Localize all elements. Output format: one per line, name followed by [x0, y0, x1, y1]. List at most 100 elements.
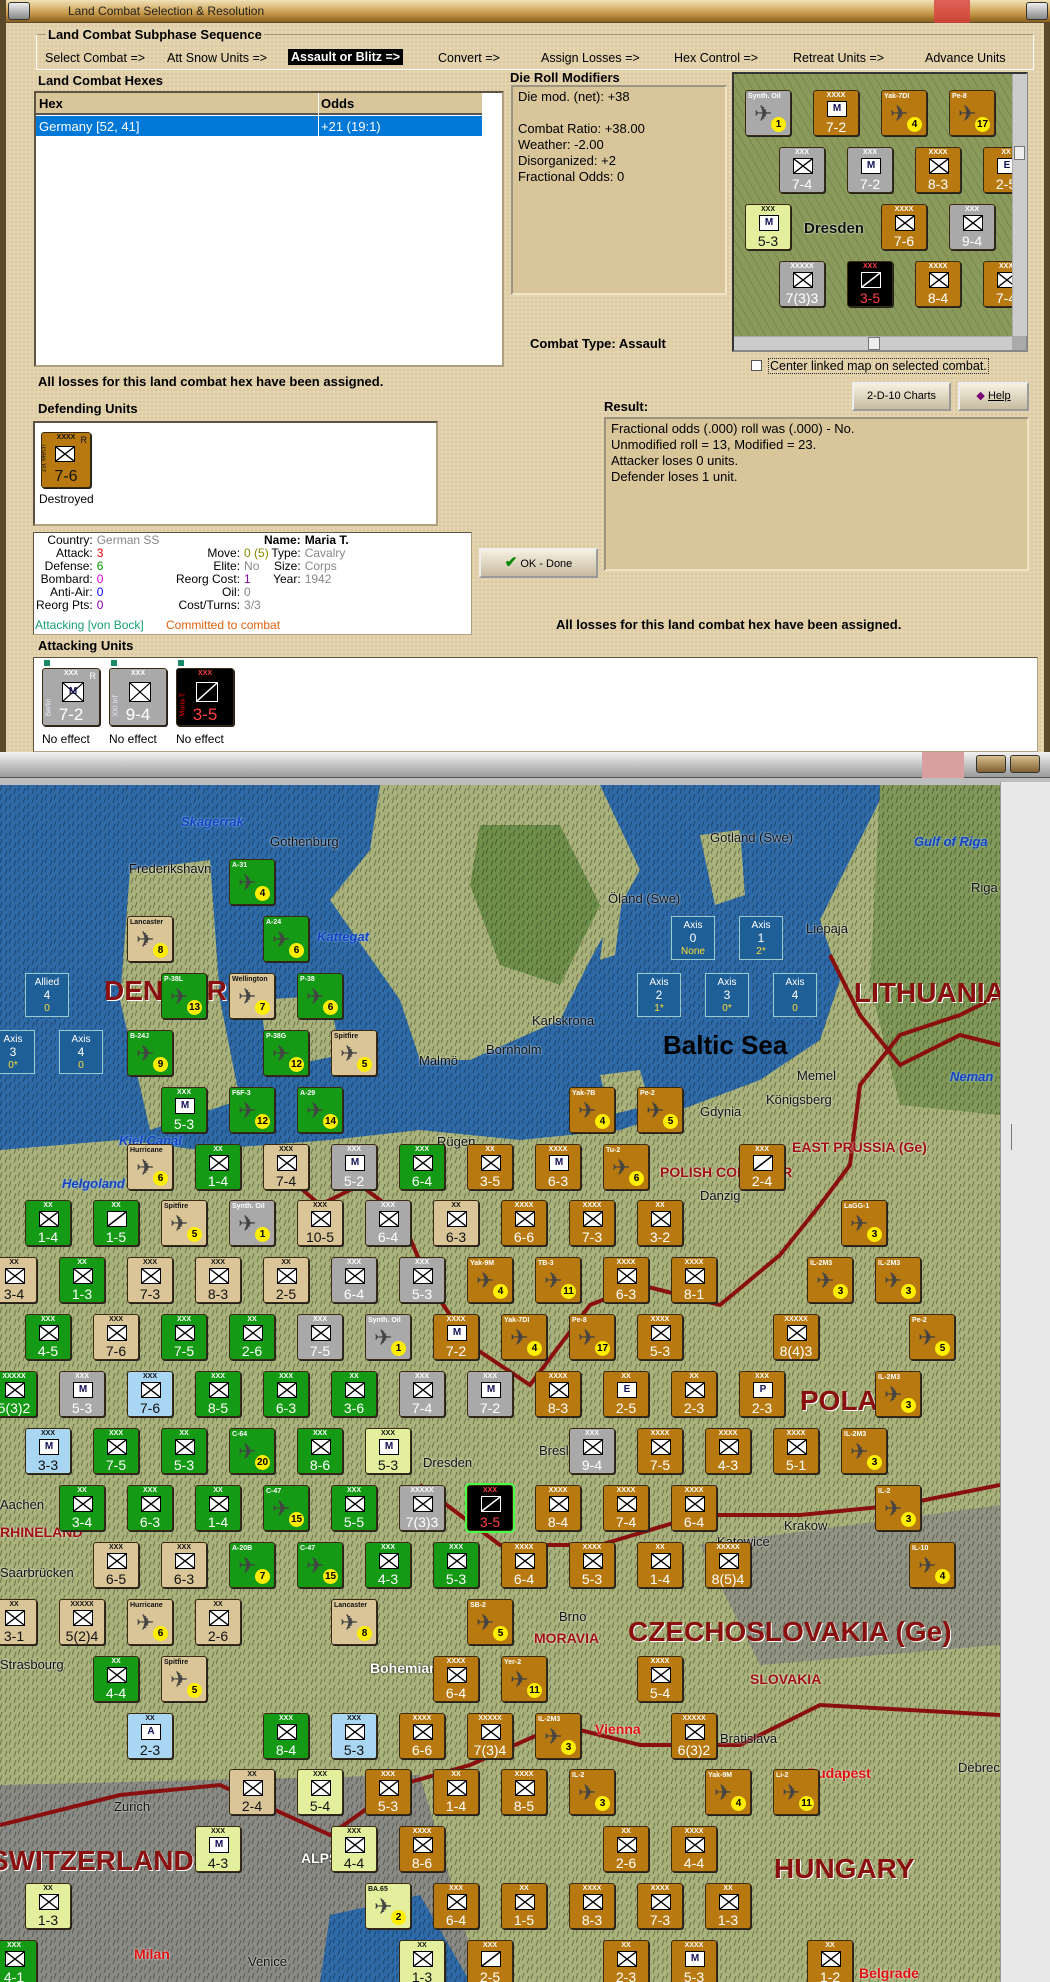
land-unit-counter[interactable]: XX 2-6 — [603, 1826, 649, 1872]
land-unit-counter[interactable]: XXX 4-1 — [0, 1940, 37, 1982]
land-unit-counter[interactable]: XXXX 6-6 — [501, 1200, 547, 1246]
air-unit-counter[interactable]: Pe-2 ✈ 5 — [637, 1087, 683, 1133]
land-unit-counter[interactable]: XX 6-3 — [433, 1200, 479, 1246]
air-unit-counter[interactable]: IL-2 ✈ 3 — [875, 1485, 921, 1531]
column-header-hex[interactable]: Hex — [39, 96, 63, 111]
stack-summary-box[interactable]: Axis 1 2* — [739, 916, 783, 960]
stack-summary-box[interactable]: Axis 0 None — [671, 916, 715, 960]
center-map-label[interactable]: Center linked map on selected combat. — [768, 358, 989, 374]
land-unit-counter[interactable]: XXX 8-6 — [297, 1428, 343, 1474]
air-unit-counter[interactable]: IL-2 ✈ 3 — [569, 1769, 615, 1815]
land-unit-counter[interactable]: XXX 6-4 — [331, 1257, 377, 1303]
land-unit-counter[interactable]: XX E 2-5 — [983, 147, 1012, 193]
land-unit-counter[interactable]: XXXX 6-4 — [671, 1485, 717, 1531]
land-unit-counter[interactable]: XXX 3-5 — [465, 1483, 515, 1533]
land-unit-counter[interactable]: XX 1-4 — [433, 1769, 479, 1815]
air-unit-counter[interactable]: P-38L ✈ 13 — [161, 973, 207, 1019]
land-unit-counter[interactable]: XXXX 5-1 — [773, 1428, 819, 1474]
land-unit-counter[interactable]: XXXX 6-4 — [501, 1542, 547, 1588]
air-unit-counter[interactable]: Pe-2 ✈ 5 — [909, 1314, 955, 1360]
sequence-step[interactable]: Retreat Units => — [793, 51, 884, 65]
air-unit-counter[interactable]: IL-2M3 ✈ 3 — [875, 1371, 921, 1417]
land-unit-counter[interactable]: XXX 7-4 — [399, 1371, 445, 1417]
air-unit-counter[interactable]: IL-2M3 ✈ 3 — [875, 1257, 921, 1303]
land-unit-counter[interactable]: XXXXX 5(3)2 — [0, 1371, 37, 1417]
land-unit-counter[interactable]: XXX 7-5 — [93, 1428, 139, 1474]
land-unit-counter[interactable]: XXX M 5-2 — [331, 1144, 377, 1190]
land-unit-counter[interactable]: XX 1-3 — [25, 1883, 71, 1929]
land-unit-counter[interactable]: XXX 5-3 — [331, 1713, 377, 1759]
air-unit-counter[interactable]: Synth. Oil ✈ 1 — [745, 90, 791, 136]
land-unit-counter[interactable]: XXXX M 7-2 — [813, 90, 859, 136]
air-unit-counter[interactable]: Pe-8 ✈ 17 — [949, 90, 995, 136]
land-unit-counter[interactable]: XXXX 6-3 — [603, 1257, 649, 1303]
land-unit-counter[interactable]: XXX 8-4 — [263, 1713, 309, 1759]
land-unit-counter[interactable]: XXX 7-5 — [161, 1314, 207, 1360]
land-unit-counter[interactable]: XXX 7-4 — [263, 1144, 309, 1190]
land-unit-counter[interactable]: XXXX 7-5 — [637, 1428, 683, 1474]
air-unit-counter[interactable]: Spitfire ✈ 5 — [331, 1030, 377, 1076]
land-unit-counter[interactable]: XXXXX 6(3)2 — [671, 1713, 717, 1759]
air-unit-counter[interactable]: IL-2M3 ✈ 3 — [841, 1428, 887, 1474]
land-unit-counter[interactable]: XXXXX 8(5)4 — [705, 1542, 751, 1588]
land-unit-counter[interactable]: XXX 5-3 — [433, 1542, 479, 1588]
land-unit-counter[interactable]: XXXX 8-3 — [569, 1883, 615, 1929]
land-unit-counter[interactable]: XX 3-4 — [0, 1257, 37, 1303]
land-unit-counter[interactable]: XXXXX 7(3)3 — [779, 261, 825, 307]
stack-summary-box[interactable]: Axis 4 0 — [59, 1030, 103, 1074]
air-unit-counter[interactable]: Spitfire ✈ 5 — [161, 1656, 207, 1702]
land-unit-counter[interactable]: XXXX 8-1 — [671, 1257, 717, 1303]
land-unit-counter[interactable]: XXX P 2-3 — [739, 1371, 785, 1417]
sequence-step[interactable]: Convert => — [438, 51, 500, 65]
land-unit-counter[interactable]: XX 2-3 — [671, 1371, 717, 1417]
land-unit-counter[interactable]: XXX 7-4 — [983, 261, 1012, 307]
sequence-step[interactable]: Select Combat => — [45, 51, 145, 65]
land-unit-counter[interactable]: XXX 6-3 — [161, 1542, 207, 1588]
land-unit-counter[interactable]: XX 1-4 — [25, 1200, 71, 1246]
land-unit-counter[interactable]: XX 2-3 — [603, 1940, 649, 1982]
land-unit-counter[interactable]: XXX 8-5 — [195, 1371, 241, 1417]
land-unit-counter[interactable]: XXXX 5-3 — [569, 1542, 615, 1588]
air-unit-counter[interactable]: Yak-7DI ✈ 4 — [881, 90, 927, 136]
air-unit-counter[interactable]: IL-2M3 ✈ 3 — [807, 1257, 853, 1303]
land-unit-counter[interactable]: XXX 6-4 — [399, 1144, 445, 1190]
land-unit-counter[interactable]: XXX M 7-2 — [847, 147, 893, 193]
air-unit-counter[interactable]: Yak-9M ✈ 4 — [705, 1769, 751, 1815]
linked-minimap[interactable]: Dresden Synth. Oil ✈ 1 XXXX M 7-2 Yak-7DI ✈ 4 Pe-… — [732, 72, 1028, 352]
air-unit-counter[interactable]: TB-3 ✈ 11 — [535, 1257, 581, 1303]
land-unit-counter[interactable]: XXX M 4-3 — [195, 1826, 241, 1872]
air-unit-counter[interactable]: Li-2 ✈ 11 — [773, 1769, 819, 1815]
land-unit-counter[interactable]: XXX 2-4 — [739, 1144, 785, 1190]
minimap-vscrollbar[interactable] — [1013, 74, 1027, 336]
close-button[interactable] — [1010, 755, 1040, 773]
land-unit-counter[interactable]: XXXXX 7(3)4 — [467, 1713, 513, 1759]
attacking-unit-counter[interactable]: XXX Maria T. 3-5 — [176, 668, 234, 726]
land-unit-counter[interactable]: XX 1-4 — [637, 1542, 683, 1588]
land-unit-counter[interactable]: XXXX 8-6 — [399, 1826, 445, 1872]
land-unit-counter[interactable]: XXX M 5-3 — [745, 204, 791, 250]
restore-button[interactable] — [976, 755, 1006, 773]
air-unit-counter[interactable]: Lancaster ✈ 8 — [331, 1599, 377, 1645]
land-unit-counter[interactable]: XX E 2-5 — [603, 1371, 649, 1417]
air-unit-counter[interactable]: C-64 ✈ 20 — [229, 1428, 275, 1474]
attacking-unit-counter[interactable]: XXX R Berlin M 7-2 — [42, 668, 100, 726]
land-unit-counter[interactable]: XXX 9-4 — [949, 204, 995, 250]
air-unit-counter[interactable]: Wellington ✈ 7 — [229, 973, 275, 1019]
land-unit-counter[interactable]: XXX 7-4 — [779, 147, 825, 193]
sequence-step[interactable]: Hex Control => — [674, 51, 758, 65]
land-unit-counter[interactable]: XXX 4-5 — [25, 1314, 71, 1360]
land-unit-counter[interactable]: XXXX 7-3 — [569, 1200, 615, 1246]
land-unit-counter[interactable]: XXX 6-3 — [263, 1371, 309, 1417]
land-unit-counter[interactable]: XXX M 5-3 — [59, 1371, 105, 1417]
land-unit-counter[interactable]: XXX 6-3 — [127, 1485, 173, 1531]
help-button[interactable]: ◆ Help — [958, 382, 1029, 411]
land-unit-counter[interactable]: XXX M 3-3 — [25, 1428, 71, 1474]
land-unit-counter[interactable]: XXXX M 6-3 — [535, 1144, 581, 1190]
air-unit-counter[interactable]: Spitfire ✈ 5 — [161, 1200, 207, 1246]
air-unit-counter[interactable]: Synth. Oil ✈ 1 — [229, 1200, 275, 1246]
air-unit-counter[interactable]: Synth. Oil ✈ 1 — [365, 1314, 411, 1360]
land-unit-counter[interactable]: XX 2-6 — [195, 1599, 241, 1645]
land-unit-counter[interactable]: XXX 3-5 — [847, 261, 893, 307]
land-unit-counter[interactable]: XXX 5-3 — [365, 1769, 411, 1815]
air-unit-counter[interactable]: SB-2 ✈ 5 — [467, 1599, 513, 1645]
